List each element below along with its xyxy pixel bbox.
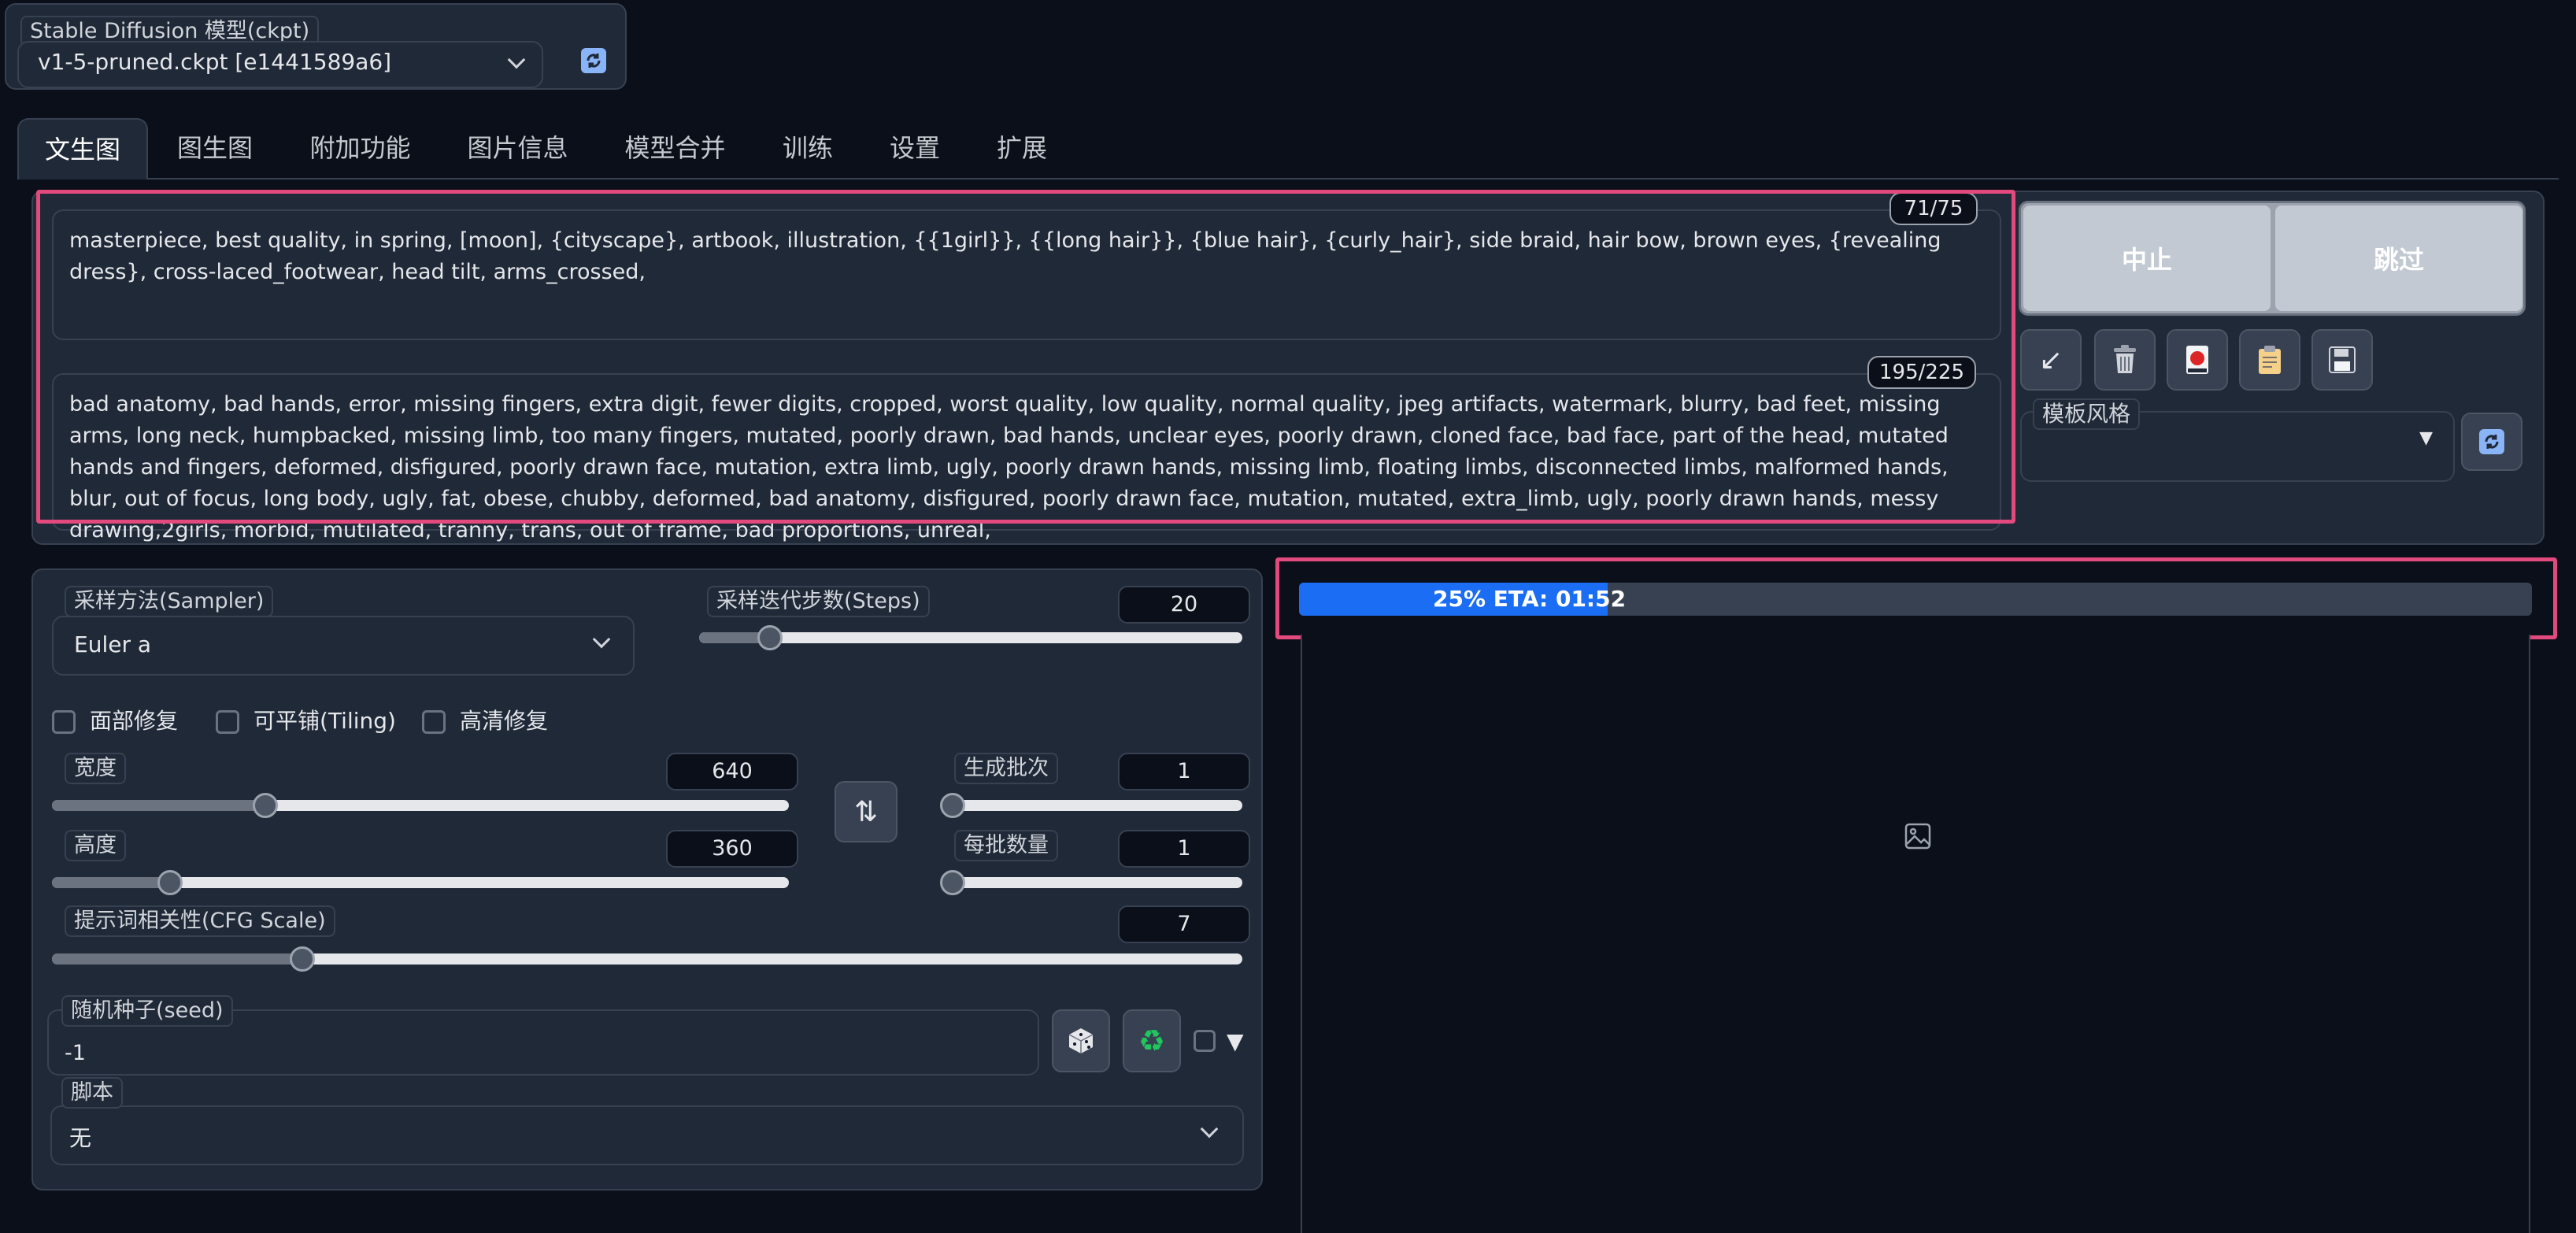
tab-label: 图片信息 <box>467 133 568 163</box>
sampler-value: Euler a <box>74 631 152 657</box>
save-icon <box>2329 346 2356 373</box>
model-value: v1-5-pruned.ckpt [e1441589a6] <box>38 49 392 75</box>
steps-slider[interactable] <box>699 625 1242 650</box>
face-restore-checkbox[interactable] <box>52 710 76 734</box>
seed-value: -1 <box>65 1041 86 1065</box>
hires-fix-checkbox[interactable] <box>422 710 446 734</box>
script-label: 脚本 <box>61 1077 123 1109</box>
slider-handle[interactable] <box>940 793 965 818</box>
width-slider[interactable] <box>52 793 789 818</box>
interrupt-label: 中止 <box>2121 245 2172 275</box>
batch-count-input[interactable]: 1 <box>1118 753 1250 791</box>
chevron-down-icon <box>1200 1120 1219 1139</box>
width-input[interactable]: 640 <box>666 753 798 791</box>
refresh-icon <box>581 48 606 73</box>
apply-style-button[interactable] <box>2239 329 2300 391</box>
tab-label: 模型合并 <box>624 133 726 163</box>
arrow-down-left-icon: ↙ <box>2038 343 2063 376</box>
tab-model-merge[interactable]: 模型合并 <box>606 118 744 180</box>
dice-icon <box>1068 1028 1094 1053</box>
chevron-down-icon <box>592 630 611 649</box>
tab-label: 文生图 <box>44 135 120 165</box>
sampler-label: 采样方法(Sampler) <box>65 586 274 617</box>
batch-count-slider[interactable] <box>940 793 1242 818</box>
tab-train[interactable]: 训练 <box>772 118 844 180</box>
tab-label: 训练 <box>782 133 833 163</box>
recycle-icon: ♻ <box>1138 1024 1166 1058</box>
interrupt-skip-group: 中止 跳过 <box>2019 201 2526 316</box>
slider-handle[interactable] <box>289 946 315 972</box>
steps-input[interactable]: 20 <box>1118 586 1250 624</box>
tab-label: 图生图 <box>176 133 253 163</box>
swap-dimensions-button[interactable]: ⇅ <box>835 781 898 842</box>
swap-arrows-icon: ⇅ <box>853 795 879 828</box>
reuse-seed-button[interactable]: ♻ <box>1123 1009 1181 1072</box>
batch-size-label: 每批数量 <box>954 830 1058 861</box>
sampler-dropdown[interactable]: Euler a <box>52 616 635 676</box>
hires-fix-label: 高清修复 <box>460 708 549 734</box>
model-dropdown[interactable]: v1-5-pruned.ckpt [e1441589a6] <box>17 41 543 88</box>
progress-text: 25% ETA: 01:52 <box>1433 586 1627 612</box>
tab-png-info[interactable]: 图片信息 <box>449 118 587 180</box>
tab-label: 附加功能 <box>309 133 411 163</box>
read-params-button[interactable]: ↙ <box>2020 329 2082 391</box>
batch-size-input[interactable]: 1 <box>1118 830 1250 868</box>
slider-handle[interactable] <box>940 870 965 895</box>
interrupt-button[interactable]: 中止 <box>2023 206 2271 311</box>
image-placeholder-icon <box>1904 823 1931 850</box>
caret-down-icon: ▼ <box>2419 428 2433 448</box>
tab-label: 设置 <box>889 133 940 163</box>
width-label: 宽度 <box>65 753 126 784</box>
refresh-icon <box>2479 429 2504 454</box>
batch-count-label: 生成批次 <box>954 753 1058 784</box>
trash-icon <box>2114 345 2136 373</box>
face-restore-label: 面部修复 <box>90 708 179 734</box>
tab-txt2img[interactable]: 文生图 <box>17 118 148 180</box>
cfg-input[interactable]: 7 <box>1118 905 1250 943</box>
extra-seed-checkbox[interactable] <box>1194 1030 1216 1052</box>
random-seed-button[interactable] <box>1052 1009 1110 1072</box>
flower-card-icon <box>2186 346 2208 374</box>
script-dropdown[interactable]: 无 <box>50 1105 1244 1165</box>
cfg-slider[interactable] <box>52 946 1242 972</box>
slider-handle[interactable] <box>157 870 183 895</box>
refresh-styles-button[interactable] <box>2461 413 2522 471</box>
cfg-label: 提示词相关性(CFG Scale) <box>65 905 335 937</box>
tab-label: 扩展 <box>996 133 1047 163</box>
expand-triangle-icon[interactable]: ▼ <box>1227 1028 1244 1054</box>
tab-extras[interactable]: 附加功能 <box>291 118 429 180</box>
height-slider[interactable] <box>52 870 789 895</box>
tiling-label: 可平铺(Tiling) <box>254 708 396 734</box>
style-label: 模板风格 <box>2033 398 2141 430</box>
tab-settings[interactable]: 设置 <box>879 118 951 180</box>
progress-bar: 25% ETA: 01:52 <box>1299 583 2532 616</box>
clear-prompt-button[interactable] <box>2094 329 2156 391</box>
slider-fill <box>52 877 170 888</box>
output-gallery <box>1301 635 2530 1233</box>
slider-handle[interactable] <box>757 625 783 650</box>
skip-label: 跳过 <box>2373 245 2424 275</box>
tab-extensions[interactable]: 扩展 <box>986 118 1058 180</box>
batch-size-slider[interactable] <box>940 870 1242 895</box>
refresh-model-button[interactable] <box>568 36 619 85</box>
chevron-down-icon <box>507 50 526 69</box>
slider-fill <box>52 800 266 811</box>
slider-fill <box>52 953 302 965</box>
seed-label: 随机种子(seed) <box>61 995 233 1027</box>
extra-networks-button[interactable] <box>2167 329 2228 391</box>
height-label: 高度 <box>65 830 126 861</box>
tab-img2img[interactable]: 图生图 <box>164 118 266 180</box>
tiling-checkbox[interactable] <box>216 710 239 734</box>
steps-label: 采样迭代步数(Steps) <box>707 586 930 617</box>
save-style-button[interactable] <box>2311 329 2373 391</box>
height-input[interactable]: 360 <box>666 830 798 868</box>
prompt-highlight <box>36 190 2015 524</box>
clipboard-icon <box>2259 346 2281 374</box>
skip-button[interactable]: 跳过 <box>2275 206 2522 311</box>
script-value: 无 <box>69 1125 92 1151</box>
